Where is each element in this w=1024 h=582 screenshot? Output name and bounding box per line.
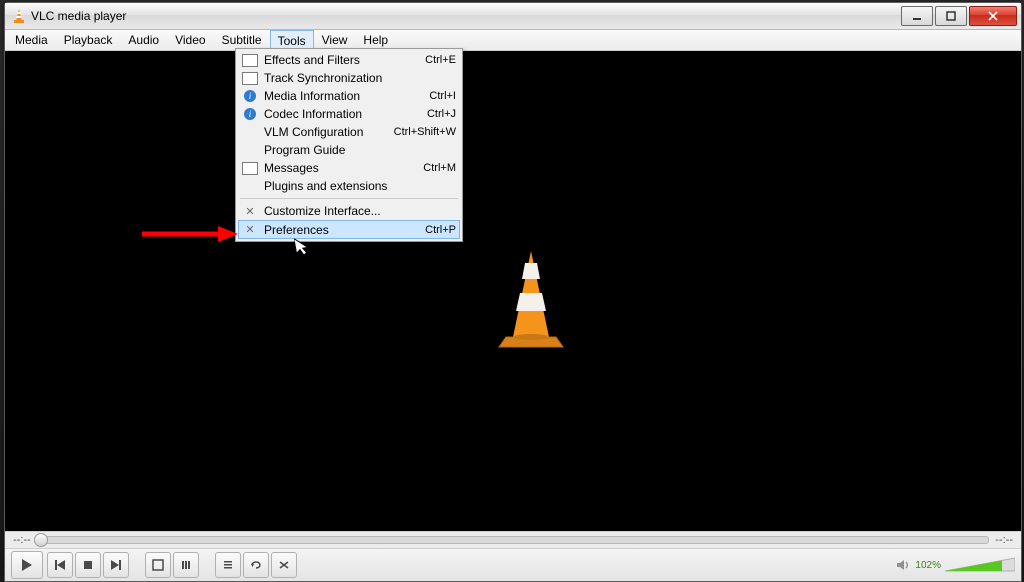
tools-icon: ✕ (242, 203, 258, 219)
minimize-button[interactable] (901, 6, 933, 26)
menu-item-label: Effects and Filters (264, 53, 419, 67)
menu-bar: Media Playback Audio Video Subtitle Tool… (5, 30, 1021, 51)
desktop: VLC media player Media Playback Audio Vi… (0, 0, 1024, 582)
menu-item-label: Codec Information (264, 107, 421, 121)
menu-item-effects-filters[interactable]: Effects and Filters Ctrl+E (238, 51, 460, 69)
vlc-cone-logo (491, 249, 571, 352)
title-bar[interactable]: VLC media player (5, 3, 1021, 30)
menu-item-preferences[interactable]: ✕ Preferences Ctrl+P (238, 220, 460, 239)
seek-slider[interactable] (37, 536, 990, 544)
fullscreen-button[interactable] (145, 552, 171, 578)
vlc-window: VLC media player Media Playback Audio Vi… (4, 2, 1022, 582)
menu-item-shortcut: Ctrl+E (425, 54, 456, 66)
menu-separator (240, 198, 458, 199)
controls-bar: 102% (5, 548, 1021, 581)
menu-item-label: Program Guide (264, 143, 450, 157)
menu-subtitle[interactable]: Subtitle (214, 30, 270, 50)
volume-area: 102% (895, 556, 1015, 574)
menu-item-shortcut: Ctrl+Shift+W (394, 126, 456, 138)
menu-item-shortcut: Ctrl+P (425, 224, 456, 236)
seek-bar-row: --:-- --:-- (5, 531, 1021, 548)
menu-item-customize-interface[interactable]: ✕ Customize Interface... (238, 202, 460, 220)
total-time: --:-- (995, 534, 1013, 546)
info-icon: i (242, 106, 258, 122)
stop-button[interactable] (75, 552, 101, 578)
blank-icon (242, 124, 258, 140)
speaker-icon[interactable] (895, 557, 911, 573)
info-icon: i (242, 88, 258, 104)
volume-slider[interactable] (945, 556, 1015, 574)
menu-view[interactable]: View (314, 30, 356, 50)
menu-item-label: Plugins and extensions (264, 179, 450, 193)
seek-thumb[interactable] (34, 533, 48, 547)
menu-item-shortcut: Ctrl+M (423, 162, 456, 174)
playlist-button[interactable] (215, 552, 241, 578)
menu-video[interactable]: Video (167, 30, 213, 50)
menu-item-messages[interactable]: Messages Ctrl+M (238, 159, 460, 177)
blank-icon (242, 142, 258, 158)
loop-button[interactable] (243, 552, 269, 578)
extended-settings-button[interactable] (173, 552, 199, 578)
tools-dropdown: Effects and Filters Ctrl+E Track Synchro… (235, 48, 463, 242)
menu-item-label: Media Information (264, 89, 423, 103)
menu-item-program-guide[interactable]: Program Guide (238, 141, 460, 159)
video-area[interactable] (5, 51, 1021, 531)
menu-item-media-info[interactable]: i Media Information Ctrl+I (238, 87, 460, 105)
next-button[interactable] (103, 552, 129, 578)
previous-button[interactable] (47, 552, 73, 578)
menu-item-shortcut: Ctrl+J (427, 108, 456, 120)
elapsed-time: --:-- (13, 534, 31, 546)
menu-item-label: Track Synchronization (264, 71, 450, 85)
random-button[interactable] (271, 552, 297, 578)
sync-icon (242, 70, 258, 86)
menu-item-plugins[interactable]: Plugins and extensions (238, 177, 460, 195)
menu-item-track-sync[interactable]: Track Synchronization (238, 69, 460, 87)
menu-playback[interactable]: Playback (56, 30, 121, 50)
volume-percent: 102% (915, 560, 941, 571)
menu-item-label: Customize Interface... (264, 204, 450, 218)
blank-icon (242, 178, 258, 194)
close-button[interactable] (969, 6, 1017, 26)
tools-icon: ✕ (242, 222, 258, 238)
window-buttons (901, 6, 1017, 26)
adjust-icon (242, 52, 258, 68)
menu-item-vlm-config[interactable]: VLM Configuration Ctrl+Shift+W (238, 123, 460, 141)
menu-item-label: Messages (264, 161, 417, 175)
menu-item-label: Preferences (264, 223, 419, 237)
window-title: VLC media player (31, 9, 126, 23)
menu-item-codec-info[interactable]: i Codec Information Ctrl+J (238, 105, 460, 123)
menu-media[interactable]: Media (7, 30, 56, 50)
menu-help[interactable]: Help (355, 30, 396, 50)
play-button[interactable] (11, 551, 43, 579)
menu-item-label: VLM Configuration (264, 125, 388, 139)
menu-item-shortcut: Ctrl+I (429, 90, 456, 102)
app-icon (11, 8, 27, 24)
maximize-button[interactable] (935, 6, 967, 26)
menu-audio[interactable]: Audio (120, 30, 167, 50)
menu-tools[interactable]: Tools (270, 30, 314, 50)
messages-icon (242, 160, 258, 176)
